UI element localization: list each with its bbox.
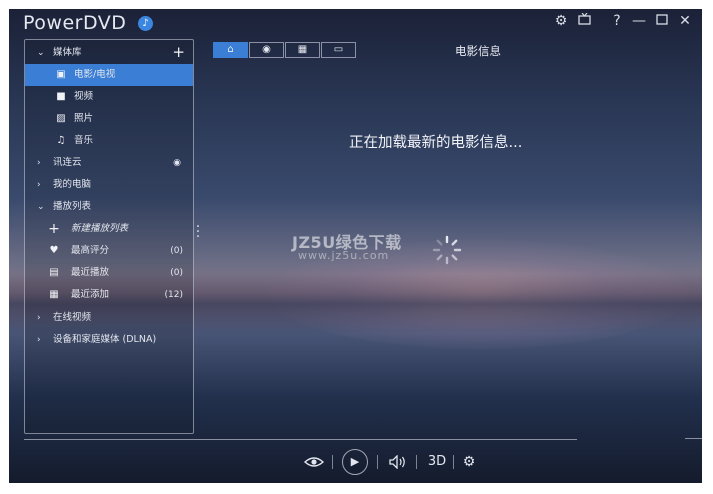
volume-icon[interactable] bbox=[387, 447, 409, 477]
plus-icon: + bbox=[48, 221, 60, 237]
tab-disc[interactable]: ◉ bbox=[249, 42, 284, 58]
minimize-icon[interactable]: — bbox=[630, 13, 648, 29]
tab-movie[interactable]: ▦ bbox=[285, 42, 320, 58]
film-icon: ▦ bbox=[297, 44, 308, 55]
sidebar: ⌄ 媒体库 + ▣ 电影/电视 ■ 视频 ▨ 照片 ♫ 音乐 › 讯连云 ◉ ›… bbox=[24, 39, 194, 434]
sidebar-item-video[interactable]: ■ 视频 bbox=[25, 86, 193, 108]
chevron-down-icon: ⌄ bbox=[37, 202, 45, 212]
watermark-url: www.jz5u.com bbox=[298, 249, 390, 262]
sidebar-item-label: 新建播放列表 bbox=[71, 223, 129, 234]
sidebar-item-label: 最近播放 bbox=[71, 267, 110, 278]
sidebar-item-label: 我的电脑 bbox=[53, 179, 92, 190]
separator bbox=[377, 455, 378, 469]
eye-icon[interactable] bbox=[303, 447, 325, 477]
settings-icon[interactable]: ⚙ bbox=[552, 13, 570, 29]
sidebar-item-label: 照片 bbox=[74, 113, 94, 124]
3d-button[interactable]: 3D bbox=[425, 447, 449, 477]
movie-icon: ▣ bbox=[56, 69, 66, 80]
photo-icon: ▨ bbox=[56, 113, 66, 124]
sidebar-resize-handle[interactable]: · · · bbox=[195, 220, 201, 244]
sidebar-item-media-library[interactable]: ⌄ 媒体库 + bbox=[25, 42, 193, 64]
sidebar-item-recently-added[interactable]: ▦ 最近添加 (12) bbox=[25, 284, 193, 306]
sidebar-item-cyberlink-cloud[interactable]: › 讯连云 ◉ bbox=[25, 152, 193, 174]
tab-tv[interactable]: ▭ bbox=[321, 42, 356, 58]
video-icon: ■ bbox=[56, 91, 66, 102]
sidebar-item-playlists[interactable]: ⌄ 播放列表 bbox=[25, 196, 193, 218]
sidebar-item-label: 播放列表 bbox=[53, 201, 92, 212]
seek-bar[interactable] bbox=[24, 439, 577, 440]
chevron-right-icon: › bbox=[37, 158, 41, 168]
separator bbox=[416, 455, 417, 469]
chevron-right-icon: › bbox=[37, 335, 41, 345]
sidebar-item-label: 设备和家庭媒体 (DLNA) bbox=[53, 334, 157, 345]
sidebar-item-online-video[interactable]: › 在线视频 bbox=[25, 307, 193, 329]
sidebar-item-label: 媒体库 bbox=[53, 47, 82, 58]
cloud-status-icon: ◉ bbox=[173, 158, 181, 168]
sidebar-item-music[interactable]: ♫ 音乐 bbox=[25, 130, 193, 152]
tv-icon: ▭ bbox=[333, 44, 344, 55]
playlist-count: (12) bbox=[164, 290, 183, 300]
loading-message: 正在加载最新的电影信息... bbox=[349, 135, 523, 151]
sidebar-item-photo[interactable]: ▨ 照片 bbox=[25, 108, 193, 130]
sidebar-item-label: 音乐 bbox=[74, 135, 94, 146]
sidebar-item-new-playlist[interactable]: + 新建播放列表 bbox=[25, 218, 193, 240]
notification-bell-icon[interactable]: ♪ bbox=[138, 16, 153, 31]
chevron-right-icon: › bbox=[37, 313, 41, 323]
sidebar-item-top-rated[interactable]: ♥ 最高评分 (0) bbox=[25, 240, 193, 262]
heart-icon: ♥ bbox=[49, 245, 59, 256]
playlist-count: (0) bbox=[170, 268, 183, 278]
loading-spinner-icon bbox=[432, 235, 462, 265]
recent-icon: ▤ bbox=[49, 267, 59, 278]
panel-title: 电影信息 bbox=[455, 44, 501, 58]
powerdvd-window: PowerDVD ♪ ⚙ ? — ✕ ⌄ 媒体库 + ▣ 电影/电视 ■ 视频 … bbox=[9, 9, 702, 483]
tv-mode-icon[interactable] bbox=[575, 12, 593, 29]
sidebar-item-label: 讯连云 bbox=[53, 157, 82, 168]
sidebar-item-recently-played[interactable]: ▤ 最近播放 (0) bbox=[25, 262, 193, 284]
player-settings-icon[interactable]: ⚙ bbox=[457, 447, 481, 477]
chevron-down-icon: ⌄ bbox=[37, 48, 45, 58]
add-icon[interactable]: + bbox=[172, 41, 185, 63]
sidebar-item-label: 电影/电视 bbox=[74, 69, 116, 80]
sidebar-item-movies-tv[interactable]: ▣ 电影/电视 bbox=[25, 64, 193, 86]
sidebar-item-label: 视频 bbox=[74, 91, 94, 102]
sidebar-item-label: 在线视频 bbox=[53, 312, 92, 323]
maximize-icon[interactable] bbox=[653, 13, 671, 29]
app-title: PowerDVD bbox=[23, 12, 127, 34]
chevron-right-icon: › bbox=[37, 180, 41, 190]
title-bar: PowerDVD ♪ ⚙ ? — ✕ bbox=[9, 9, 702, 37]
sidebar-item-label: 最近添加 bbox=[71, 289, 110, 300]
separator bbox=[332, 455, 333, 469]
close-icon[interactable]: ✕ bbox=[676, 13, 694, 29]
sidebar-item-my-computer[interactable]: › 我的电脑 bbox=[25, 174, 193, 196]
home-icon: ⌂ bbox=[227, 44, 234, 55]
playback-controls: ▶ 3D ⚙ bbox=[9, 447, 702, 477]
sidebar-item-dlna[interactable]: › 设备和家庭媒体 (DLNA) bbox=[25, 329, 193, 351]
added-icon: ▦ bbox=[49, 289, 59, 300]
music-icon: ♫ bbox=[56, 135, 66, 146]
seek-bar-tail bbox=[685, 438, 702, 439]
playlist-count: (0) bbox=[170, 246, 183, 256]
separator bbox=[453, 455, 454, 469]
tab-home[interactable]: ⌂ bbox=[213, 42, 248, 58]
sidebar-item-label: 最高评分 bbox=[71, 245, 110, 256]
help-icon[interactable]: ? bbox=[608, 13, 626, 29]
disc-icon: ◉ bbox=[262, 44, 271, 55]
play-button[interactable]: ▶ bbox=[342, 449, 368, 475]
